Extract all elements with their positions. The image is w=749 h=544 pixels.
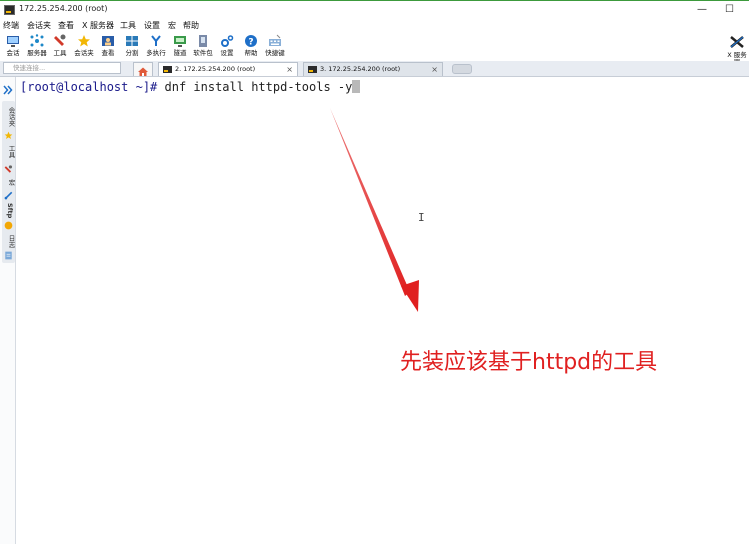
sidebar-item-sftp[interactable]: Sftp bbox=[6, 203, 14, 218]
keyboard-label: 快捷键 bbox=[265, 49, 285, 57]
terminal-tab-icon bbox=[163, 66, 172, 73]
menu-session-folder[interactable]: 会话夹 bbox=[27, 20, 51, 31]
menu-macro[interactable]: 宏 bbox=[168, 20, 176, 31]
split-label: 分割 bbox=[125, 49, 139, 57]
maximize-button[interactable]: ☐ bbox=[725, 4, 734, 16]
settings-label: 设置 bbox=[220, 49, 234, 57]
minimize-button[interactable]: — bbox=[697, 4, 707, 16]
sidebar-item-macro[interactable]: 宏 bbox=[6, 179, 16, 186]
session-button[interactable]: 会话 bbox=[1, 33, 25, 61]
view-icon bbox=[102, 36, 114, 46]
x-server-icon bbox=[730, 36, 744, 48]
split-button[interactable]: 分割 bbox=[120, 33, 144, 61]
sidebar-panel: 会话夹 工具 宏 Sftp 日志 bbox=[2, 101, 15, 263]
multiexec-label: 多执行 bbox=[146, 49, 166, 57]
macro-icon bbox=[4, 191, 13, 200]
add-tab-button[interactable] bbox=[452, 64, 472, 74]
star-icon bbox=[4, 131, 13, 140]
tunnel-icon bbox=[174, 36, 186, 47]
keyboard-button[interactable]: 快捷键 bbox=[263, 33, 287, 61]
tools-label: 工具 bbox=[53, 49, 67, 57]
tab-session-2[interactable]: 2. 172.25.254.200 (root) × bbox=[158, 62, 298, 76]
server-button[interactable]: 服务器 bbox=[25, 33, 49, 61]
tunnel-label: 隧道 bbox=[173, 49, 187, 57]
tab-label: 2. 172.25.254.200 (root) bbox=[175, 65, 256, 73]
multiexec-icon bbox=[151, 35, 161, 46]
menu-settings[interactable]: 设置 bbox=[144, 20, 160, 31]
shell-prompt: [root@localhost ~]# bbox=[20, 80, 165, 94]
tab-bar: 快速连接... 2. 172.25.254.200 (root) × 3. 17… bbox=[0, 61, 749, 77]
menu-x-server[interactable]: X 服务器 bbox=[82, 20, 114, 31]
session-icon bbox=[7, 36, 19, 47]
split-icon bbox=[126, 36, 138, 46]
terminal-app-icon bbox=[4, 5, 15, 15]
terminal-line: [root@localhost ~]# dnf install httpd-to… bbox=[20, 80, 361, 94]
annotation-text: 先装应该基于httpd的工具 bbox=[400, 350, 658, 375]
menu-bar: 终端 会话夹 查看 X 服务器 工具 设置 宏 帮助 bbox=[0, 19, 749, 33]
star-icon bbox=[78, 35, 90, 47]
settings-icon bbox=[221, 35, 234, 47]
typed-command: dnf install httpd-tools -y bbox=[164, 80, 353, 94]
tab-session-3[interactable]: 3. 172.25.254.200 (root) × bbox=[303, 62, 443, 76]
expand-chevron-icon[interactable] bbox=[3, 85, 13, 95]
close-icon[interactable]: × bbox=[286, 63, 293, 76]
menu-view[interactable]: 查看 bbox=[58, 20, 74, 31]
close-icon[interactable]: × bbox=[431, 63, 438, 76]
help-label: 帮助 bbox=[244, 49, 258, 57]
server-icon bbox=[30, 34, 44, 47]
menu-tools[interactable]: 工具 bbox=[120, 20, 136, 31]
title-bar: 172.25.254.200 (root) — ☐ bbox=[0, 0, 749, 19]
tools-icon bbox=[54, 34, 66, 46]
terminal-area[interactable]: [root@localhost ~]# dnf install httpd-to… bbox=[17, 77, 749, 544]
package-button[interactable]: 软件包 bbox=[191, 33, 215, 61]
tab-label: 3. 172.25.254.200 (root) bbox=[320, 65, 401, 73]
multiexec-button[interactable]: 多执行 bbox=[144, 33, 168, 61]
help-button[interactable]: ? 帮助 bbox=[239, 33, 263, 61]
left-sidebar: 会话夹 工具 宏 Sftp 日志 bbox=[0, 77, 16, 544]
ibeam-cursor-icon: I bbox=[418, 211, 425, 224]
session-label: 会话 bbox=[6, 49, 20, 57]
window-title: 172.25.254.200 (root) bbox=[19, 4, 108, 13]
home-tab[interactable] bbox=[133, 62, 153, 76]
svg-text:?: ? bbox=[248, 38, 253, 48]
help-icon: ? bbox=[245, 35, 257, 48]
sftp-icon bbox=[4, 221, 13, 230]
session-folder-label: 会话夹 bbox=[74, 49, 94, 57]
settings-button[interactable]: 设置 bbox=[215, 33, 239, 61]
session-folder-button[interactable]: 会话夹 bbox=[72, 33, 96, 61]
quick-connect-input[interactable]: 快速连接... bbox=[3, 62, 121, 74]
sidebar-item-log[interactable]: 日志 bbox=[6, 235, 16, 248]
text-cursor bbox=[352, 80, 361, 93]
sidebar-item-tools[interactable]: 工具 bbox=[6, 145, 16, 158]
terminal-tab-icon bbox=[308, 66, 317, 73]
package-label: 软件包 bbox=[193, 49, 213, 57]
server-label: 服务器 bbox=[27, 49, 47, 57]
keyboard-icon bbox=[269, 34, 281, 46]
menu-terminal[interactable]: 终端 bbox=[3, 20, 19, 31]
view-label: 查看 bbox=[101, 49, 115, 57]
tools-icon bbox=[4, 165, 13, 173]
view-button[interactable]: 查看 bbox=[96, 33, 120, 61]
tools-button[interactable]: 工具 bbox=[48, 33, 72, 61]
toolbar: 会话 服务器 工具 会话夹 查看 分割 多执行 隧道 软件包 设置 ? 帮助 快… bbox=[0, 33, 749, 61]
log-icon bbox=[5, 251, 12, 260]
tunnel-button[interactable]: 隧道 bbox=[168, 33, 192, 61]
sidebar-item-session-folder[interactable]: 会话夹 bbox=[6, 107, 16, 127]
menu-help[interactable]: 帮助 bbox=[183, 20, 199, 31]
package-icon bbox=[199, 35, 207, 47]
